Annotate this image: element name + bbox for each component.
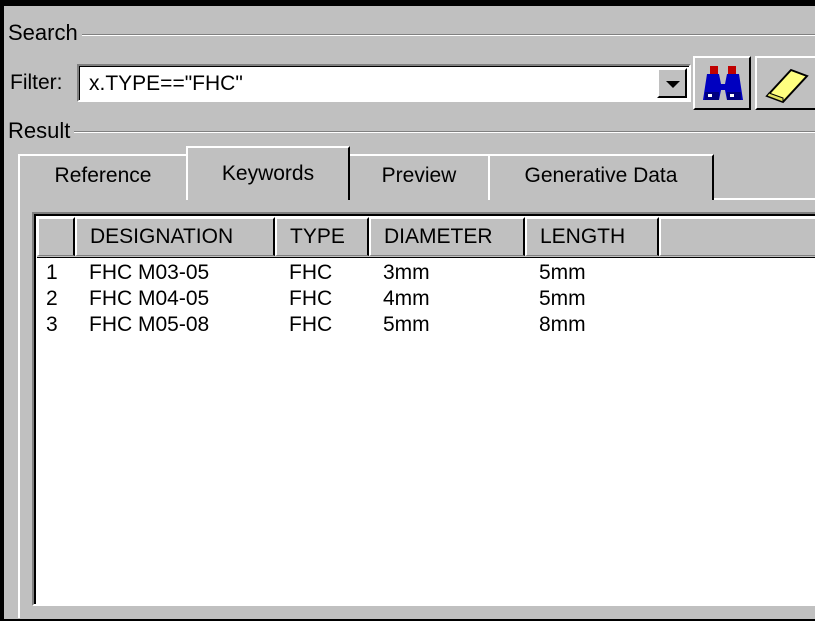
row-diameter: 5mm: [383, 313, 430, 336]
column-header-filler: [659, 217, 815, 256]
column-header-designation[interactable]: DESIGNATION: [75, 217, 275, 256]
table-row[interactable]: 3 FHC M05-08 FHC 5mm 8mm: [37, 312, 815, 338]
column-header-index[interactable]: [37, 217, 75, 256]
row-diameter: 3mm: [383, 261, 430, 284]
clear-filter-button[interactable]: [755, 56, 815, 110]
filter-combobox[interactable]: x.TYPE=="FHC": [77, 64, 691, 102]
filter-input[interactable]: x.TYPE=="FHC": [89, 71, 243, 97]
column-header-type[interactable]: TYPE: [275, 217, 369, 256]
result-group-label: Result: [8, 118, 75, 144]
table-row[interactable]: 2 FHC M04-05 FHC 4mm 5mm: [37, 286, 815, 312]
search-group-line: [12, 34, 815, 36]
row-designation: FHC M05-08: [89, 313, 210, 336]
filter-label: Filter:: [10, 71, 63, 94]
tab-generative-data[interactable]: Generative Data: [488, 154, 714, 200]
row-length: 5mm: [539, 261, 586, 284]
filter-dropdown-button[interactable]: [657, 68, 687, 98]
tab-keywords[interactable]: Keywords: [186, 146, 350, 200]
row-length: 8mm: [539, 313, 586, 336]
row-type: FHC: [289, 313, 333, 336]
chevron-down-icon: [666, 81, 680, 88]
row-index: 3: [46, 313, 58, 336]
table-header: DESIGNATION TYPE DIAMETER LENGTH: [37, 217, 815, 258]
table-row[interactable]: 1 FHC M03-05 FHC 3mm 5mm: [37, 260, 815, 286]
row-length: 5mm: [539, 287, 586, 310]
catalog-search-panel: Search Filter: x.TYPE=="FHC" Result Refe…: [0, 0, 815, 621]
search-button[interactable]: [693, 56, 751, 110]
row-type: FHC: [289, 287, 333, 310]
row-type: FHC: [289, 261, 333, 284]
row-designation: FHC M04-05: [89, 287, 210, 310]
row-index: 2: [46, 287, 58, 310]
result-group-line: [12, 131, 815, 133]
column-header-diameter[interactable]: DIAMETER: [369, 217, 525, 256]
row-diameter: 4mm: [383, 287, 430, 310]
search-group-label: Search: [8, 20, 82, 46]
row-index: 1: [46, 261, 58, 284]
row-designation: FHC M03-05: [89, 261, 210, 284]
results-table[interactable]: DESIGNATION TYPE DIAMETER LENGTH 1 FHC M…: [32, 212, 815, 606]
column-header-length[interactable]: LENGTH: [525, 217, 659, 256]
binoculars-icon: [703, 66, 743, 100]
tab-reference[interactable]: Reference: [18, 154, 188, 200]
tab-preview[interactable]: Preview: [348, 154, 490, 200]
eraser-icon: [765, 68, 809, 104]
